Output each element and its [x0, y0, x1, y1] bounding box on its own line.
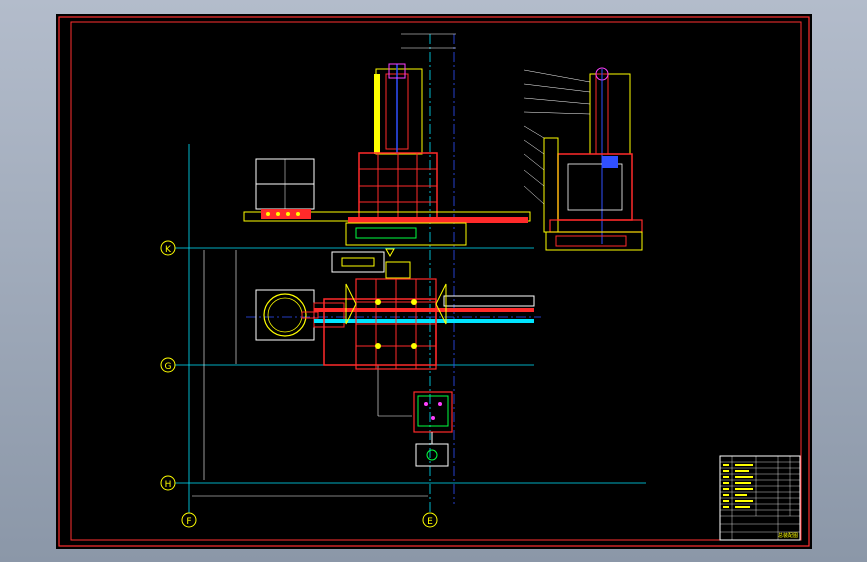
- drawing-sheet[interactable]: K G H F E 总装配图: [56, 14, 812, 549]
- cad-viewer-background: K G H F E 总装配图: [0, 0, 867, 562]
- section-detail-view[interactable]: [413, 391, 453, 467]
- grid-bubble-G[interactable]: G: [160, 357, 176, 373]
- grid-label-F: F: [186, 517, 191, 527]
- grid-label-G: G: [165, 362, 172, 372]
- dimension-lines: [192, 33, 456, 497]
- parts-list-table: [720, 456, 800, 540]
- drawing-canvas[interactable]: K G H F E 总装配图: [56, 14, 812, 549]
- grid-bubble-E[interactable]: E: [422, 512, 438, 528]
- grid-label-H: H: [165, 480, 172, 490]
- plan-view[interactable]: [255, 278, 535, 370]
- front-elevation-view[interactable]: [243, 63, 531, 279]
- grid-bubble-K[interactable]: K: [160, 240, 176, 256]
- outer-frame: [58, 16, 810, 547]
- grid-bubble-H[interactable]: H: [160, 475, 176, 491]
- grid-bubble-F[interactable]: F: [181, 512, 197, 528]
- side-elevation-view[interactable]: [523, 67, 643, 251]
- center-lines: [246, 34, 541, 504]
- grid-label-E: E: [427, 517, 433, 527]
- title-block[interactable]: 总装配图: [719, 455, 801, 541]
- drawing-title-label: 总装配图: [778, 532, 798, 539]
